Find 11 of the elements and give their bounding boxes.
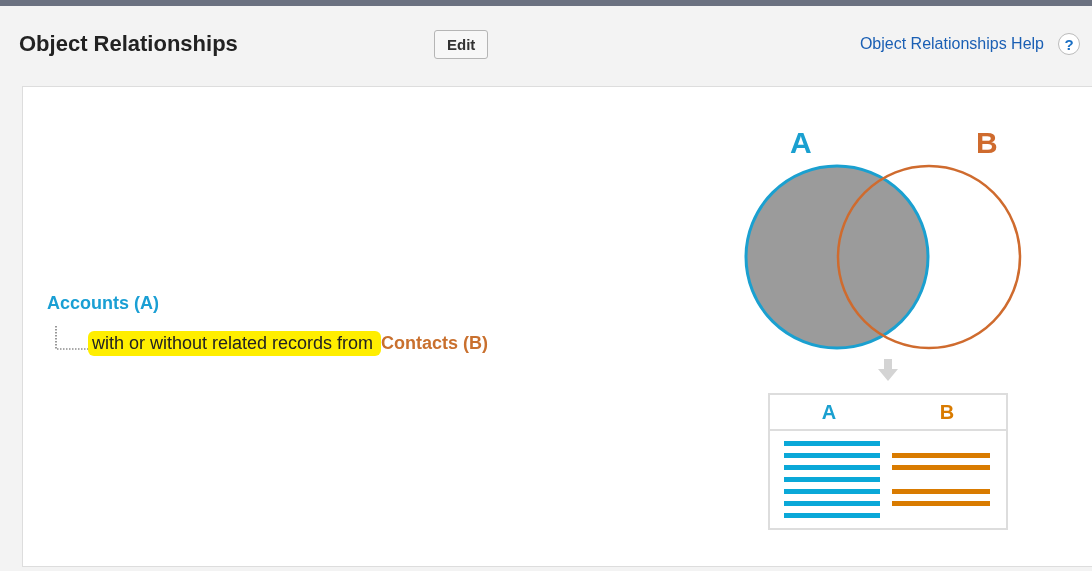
primary-object: Accounts (A) (47, 293, 160, 314)
relation-text: with or without related records from (88, 331, 382, 356)
label-b: B (976, 126, 998, 159)
label-a: A (790, 126, 812, 159)
column-header: B (938, 400, 956, 424)
edit-button[interactable]: Edit (434, 29, 489, 59)
help-link[interactable]: Object Relationships Help (859, 35, 1044, 53)
secondary-object: Contacts (B) (381, 332, 489, 355)
column-header: A (820, 400, 838, 424)
section-title: Object Relationships (19, 31, 239, 57)
help-icon[interactable]: ? (1058, 33, 1080, 55)
